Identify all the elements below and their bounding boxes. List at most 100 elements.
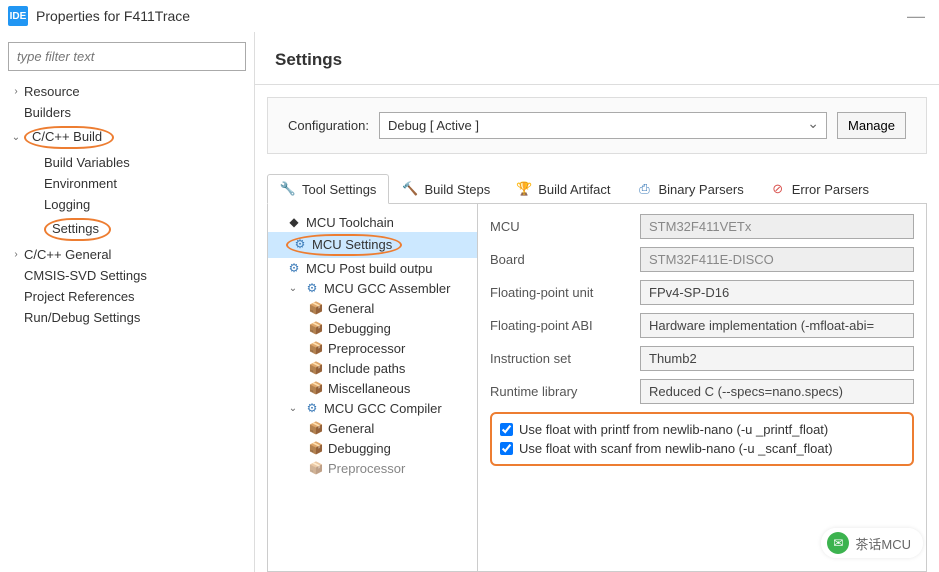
board-label: Board	[490, 252, 630, 267]
tree-item-misc[interactable]: 📦Miscellaneous	[268, 378, 477, 398]
highlight-annotation: ⚙ MCU Settings	[286, 234, 402, 256]
nav-item-project-refs[interactable]: Project References	[8, 286, 246, 307]
tree-item-mcu-settings[interactable]: ⚙ MCU Settings	[268, 232, 477, 258]
minimize-icon[interactable]: —	[907, 6, 925, 27]
tree-item-preprocessor[interactable]: 📦Preprocessor	[268, 338, 477, 358]
nav-label: CMSIS-SVD Settings	[24, 268, 147, 283]
nav-label: C/C++ Build	[32, 129, 102, 144]
checkbox-label: Use float with printf from newlib-nano (…	[519, 422, 828, 437]
instruction-set-select[interactable]: Thumb2	[640, 346, 914, 371]
trophy-icon: 🏆	[516, 181, 532, 197]
window-title: Properties for F411Trace	[36, 8, 190, 24]
tab-label: Build Steps	[424, 182, 490, 197]
tree-label: Debugging	[328, 321, 391, 336]
fpu-select[interactable]: FPv4-SP-D16	[640, 280, 914, 305]
gear-icon: ⚙	[304, 400, 320, 416]
tab-build-steps[interactable]: 🔨 Build Steps	[389, 174, 503, 203]
tree-item-mcu-toolchain[interactable]: ◆ MCU Toolchain	[268, 212, 477, 232]
fabi-select[interactable]: Hardware implementation (-mfloat-abi=	[640, 313, 914, 338]
board-field[interactable]: STM32F411E-DISCO	[640, 247, 914, 272]
checkbox-printf-float[interactable]: Use float with printf from newlib-nano (…	[500, 420, 904, 439]
nav-label: Environment	[44, 176, 117, 191]
tree-item-general-2[interactable]: 📦 General	[268, 418, 477, 438]
tree-item-debugging-2[interactable]: 📦Debugging	[268, 438, 477, 458]
highlight-annotation: C/C++ Build	[24, 126, 114, 149]
tree-label: General	[328, 301, 374, 316]
tree-item-debugging[interactable]: 📦 Debugging	[268, 318, 477, 338]
navigation-sidebar: ›Resource Builders ⌄C/C++ Build Build Va…	[0, 32, 255, 572]
tree-label: MCU Settings	[312, 237, 392, 252]
highlight-annotation: Settings	[44, 218, 111, 241]
mcu-label: MCU	[490, 219, 630, 234]
tab-binary-parsers[interactable]: ⎙ Binary Parsers	[623, 174, 756, 203]
tree-item-include-paths[interactable]: 📦 Include paths	[268, 358, 477, 378]
nav-item-cmsis[interactable]: CMSIS-SVD Settings	[8, 265, 246, 286]
filter-input[interactable]	[8, 42, 246, 71]
checkbox-label: Use float with scanf from newlib-nano (-…	[519, 441, 833, 456]
nav-label: Resource	[24, 84, 80, 99]
inst-label: Instruction set	[490, 351, 630, 366]
configuration-select[interactable]: Debug [ Active ]	[379, 112, 827, 139]
checkbox-input[interactable]	[500, 423, 513, 436]
fabi-label: Floating-point ABI	[490, 318, 630, 333]
runtime-library-select[interactable]: Reduced C (--specs=nano.specs)	[640, 379, 914, 404]
titlebar: IDE Properties for F411Trace —	[0, 0, 939, 32]
chip-icon: ◆	[286, 214, 302, 230]
watermark-text: 茶话MCU	[855, 534, 911, 553]
fpu-label: Floating-point unit	[490, 285, 630, 300]
tree-label: Preprocessor	[328, 341, 405, 356]
manage-configurations-button[interactable]: Manage	[837, 112, 906, 139]
tree-label: Preprocessor	[328, 461, 405, 476]
wechat-icon: ✉	[827, 532, 849, 554]
tree-label: Debugging	[328, 441, 391, 456]
nav-item-builders[interactable]: Builders	[8, 102, 246, 123]
ide-logo-icon: IDE	[8, 6, 28, 26]
nav-label: Logging	[44, 197, 90, 212]
error-icon: ⊘	[770, 181, 786, 197]
configuration-label: Configuration:	[288, 118, 369, 133]
tree-item-gcc-compiler[interactable]: ⌄⚙MCU GCC Compiler	[268, 398, 477, 418]
nav-item-environment[interactable]: Environment	[8, 173, 246, 194]
tab-tool-settings[interactable]: 🔧 Tool Settings	[267, 174, 389, 204]
package-icon: 📦	[308, 420, 324, 436]
nav-item-logging[interactable]: Logging	[8, 194, 246, 215]
package-icon: 📦	[308, 320, 324, 336]
tab-error-parsers[interactable]: ⊘Error Parsers	[757, 174, 882, 203]
tree-label: MCU GCC Assembler	[324, 281, 450, 296]
package-icon: 📦	[308, 360, 324, 376]
checkbox-scanf-float[interactable]: Use float with scanf from newlib-nano (-…	[500, 439, 904, 458]
nav-item-run-debug[interactable]: Run/Debug Settings	[8, 307, 246, 328]
tab-label: Tool Settings	[302, 182, 376, 197]
tool-settings-tree: ◆ MCU Toolchain ⚙ MCU Settings ⚙MCU Post b…	[268, 204, 478, 571]
tree-item-gcc-assembler[interactable]: ⌄⚙MCU GCC Assembler	[268, 278, 477, 298]
package-icon: 📦	[308, 380, 324, 396]
tab-label: Binary Parsers	[658, 182, 743, 197]
hammer-icon: 🔨	[402, 181, 418, 197]
nav-item-ccpp-build[interactable]: ⌄C/C++ Build	[8, 123, 246, 152]
tree-label: MCU Toolchain	[306, 215, 394, 230]
tree-item-mcu-post[interactable]: ⚙MCU Post build outpu	[268, 258, 477, 278]
page-title: Settings	[255, 32, 939, 85]
tree-label: General	[328, 421, 374, 436]
tree-label: Include paths	[328, 361, 405, 376]
tree-item-general[interactable]: 📦General	[268, 298, 477, 318]
nav-label: Build Variables	[44, 155, 130, 170]
tab-build-artifact[interactable]: 🏆Build Artifact	[503, 174, 623, 203]
tree-item-preprocessor-2[interactable]: 📦 Preprocessor	[268, 458, 477, 478]
nav-label: C/C++ General	[24, 247, 111, 262]
package-icon: 📦	[308, 460, 324, 476]
nav-item-settings[interactable]: Settings	[8, 215, 246, 244]
checkbox-input[interactable]	[500, 442, 513, 455]
mcu-field[interactable]: STM32F411VETx	[640, 214, 914, 239]
nav-label: Run/Debug Settings	[24, 310, 140, 325]
wrench-icon: 🔧	[280, 181, 296, 197]
tabstrip: 🔧 Tool Settings 🔨 Build Steps 🏆Build Artif…	[267, 174, 927, 204]
binary-icon: ⎙	[636, 181, 652, 197]
gear-icon: ⚙	[292, 236, 308, 252]
nav-item-resource[interactable]: ›Resource	[8, 81, 246, 102]
watermark-badge: ✉ 茶话MCU	[821, 528, 923, 558]
nav-item-ccpp-general[interactable]: ›C/C++ General	[8, 244, 246, 265]
nav-label: Builders	[24, 105, 71, 120]
configuration-row: Configuration: Debug [ Active ] Manage	[267, 97, 927, 154]
nav-item-build-variables[interactable]: Build Variables	[8, 152, 246, 173]
